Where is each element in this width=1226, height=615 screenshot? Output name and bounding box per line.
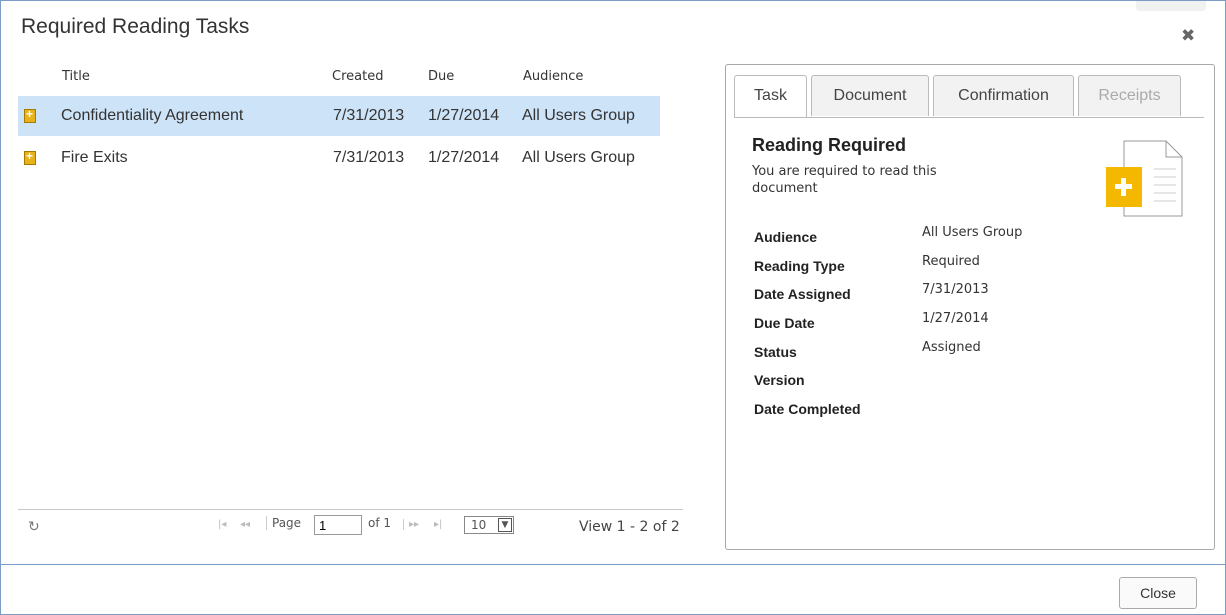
tab-task[interactable]: Task: [734, 75, 807, 117]
tab-confirmation[interactable]: Confirmation: [933, 75, 1074, 116]
first-page-icon[interactable]: |◂: [218, 519, 226, 530]
page-number-input[interactable]: [314, 515, 362, 535]
tab-receipts[interactable]: Receipts: [1078, 75, 1181, 116]
row-due: 1/27/2014: [428, 149, 500, 166]
column-header-title[interactable]: Title: [62, 69, 90, 84]
dialog-title: Required Reading Tasks: [21, 15, 250, 38]
page-label: Page: [266, 516, 301, 530]
document-plus-icon: [1106, 140, 1183, 217]
detail-value: 7/31/2013: [922, 282, 989, 297]
document-plus-icon: [24, 149, 36, 165]
detail-value: Assigned: [922, 340, 981, 355]
last-page-icon[interactable]: ▸|: [434, 519, 442, 530]
detail-row-audience: Audience All Users Group: [754, 225, 1174, 253]
row-audience: All Users Group: [522, 107, 635, 124]
column-header-created[interactable]: Created: [332, 69, 383, 84]
task-heading: Reading Required: [752, 135, 907, 155]
document-plus-icon: [24, 107, 36, 123]
detail-label: Status: [754, 344, 797, 360]
chevron-down-icon: ▼: [498, 518, 512, 532]
grid-header: Title Created Due Audience: [18, 69, 683, 89]
detail-label: Date Assigned: [754, 286, 851, 302]
row-due: 1/27/2014: [428, 107, 500, 124]
detail-row-version: Version: [754, 368, 1174, 396]
column-header-audience[interactable]: Audience: [523, 69, 583, 84]
table-row[interactable]: Fire Exits 7/31/2013 1/27/2014 All Users…: [18, 138, 660, 178]
detail-row-reading-type: Reading Type Required: [754, 254, 1174, 282]
row-title: Confidentiality Agreement: [61, 107, 244, 124]
tab-document[interactable]: Document: [811, 75, 929, 116]
detail-value: All Users Group: [922, 225, 1023, 240]
task-description: You are required to read this document: [752, 164, 937, 196]
page-count-label: of 1: [368, 516, 392, 530]
view-count: View 1 - 2 of 2: [579, 519, 680, 535]
detail-label: Due Date: [754, 315, 815, 331]
footer-divider: [1, 564, 1225, 565]
next-page-icon[interactable]: ▸▸: [403, 519, 419, 530]
detail-value: Required: [922, 254, 980, 269]
detail-row-status: Status Assigned: [754, 340, 1174, 368]
column-header-due[interactable]: Due: [428, 69, 454, 84]
row-created: 7/31/2013: [333, 107, 405, 124]
detail-label: Date Completed: [754, 401, 861, 417]
table-row[interactable]: Confidentiality Agreement 7/31/2013 1/27…: [18, 96, 660, 136]
refresh-icon[interactable]: ↻: [28, 519, 40, 535]
page-size-select[interactable]: 10 ▼: [464, 516, 514, 534]
tab-divider: [734, 117, 1204, 118]
detail-row-due-date: Due Date 1/27/2014: [754, 311, 1174, 339]
row-title: Fire Exits: [61, 149, 128, 166]
detail-label: Reading Type: [754, 258, 845, 274]
page-size-value: 10: [471, 518, 487, 532]
detail-label: Version: [754, 372, 805, 388]
detail-label: Audience: [754, 229, 818, 245]
pager: ↻ |◂ ◂◂ Page of 1 ▸▸ ▸| 10 ▼ View 1 - 2 …: [18, 509, 683, 544]
close-icon[interactable]: ✖: [1181, 28, 1195, 45]
detail-row-date-assigned: Date Assigned 7/31/2013: [754, 282, 1174, 310]
detail-row-date-completed: Date Completed: [754, 397, 1174, 425]
detail-value: 1/27/2014: [922, 311, 989, 326]
prev-page-icon[interactable]: ◂◂: [240, 519, 250, 530]
tasks-grid: Title Created Due Audience Confidentiali…: [18, 61, 683, 541]
header-ghost: [1136, 1, 1206, 11]
task-detail-panel: Task Document Confirmation Receipts Read…: [725, 64, 1215, 550]
close-button[interactable]: Close: [1119, 577, 1197, 609]
row-audience: All Users Group: [522, 149, 635, 166]
row-created: 7/31/2013: [333, 149, 405, 166]
dialog: Required Reading Tasks ✖ Title Created D…: [0, 0, 1226, 615]
